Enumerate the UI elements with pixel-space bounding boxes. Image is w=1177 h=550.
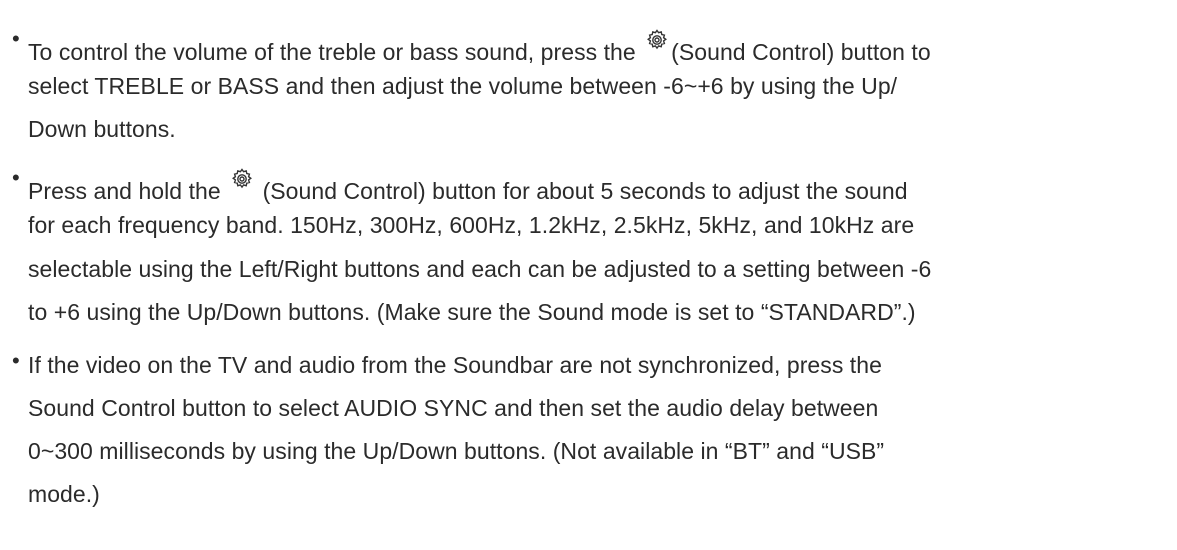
manual-page: • To control the volume of the treble or… bbox=[0, 0, 1177, 550]
bullet-line: Sound Control button to select AUDIO SYN… bbox=[28, 395, 879, 421]
bullet-line: to +6 using the Up/Down buttons. (Make s… bbox=[28, 299, 916, 325]
line-text: To control the volume of the treble or b… bbox=[28, 39, 643, 65]
line-text: (Sound Control) button to bbox=[671, 39, 931, 65]
bullet-line: for each frequency band. 150Hz, 300Hz, 6… bbox=[28, 212, 915, 238]
line-text: (Sound Control) button for about 5 secon… bbox=[256, 178, 908, 204]
bullet-marker: • bbox=[12, 26, 20, 51]
bullet-line: Press and hold the (Sound Control) butto… bbox=[28, 167, 908, 206]
bullet-line: 0~300 milliseconds by using the Up/Down … bbox=[28, 438, 885, 464]
bullet-line: To control the volume of the treble or b… bbox=[28, 28, 931, 67]
gear-icon bbox=[230, 167, 254, 191]
line-text: Press and hold the bbox=[28, 178, 228, 204]
gear-icon bbox=[645, 28, 669, 52]
bullet-marker: • bbox=[12, 165, 20, 190]
bullet-line: mode.) bbox=[28, 481, 100, 507]
bullet-line: select TREBLE or BASS and then adjust th… bbox=[28, 73, 898, 99]
bullet-line: Down buttons. bbox=[28, 116, 176, 142]
bullet-line: selectable using the Left/Right buttons … bbox=[28, 256, 932, 282]
bullet-marker: • bbox=[12, 348, 20, 373]
bullet-line: If the video on the TV and audio from th… bbox=[28, 352, 882, 378]
